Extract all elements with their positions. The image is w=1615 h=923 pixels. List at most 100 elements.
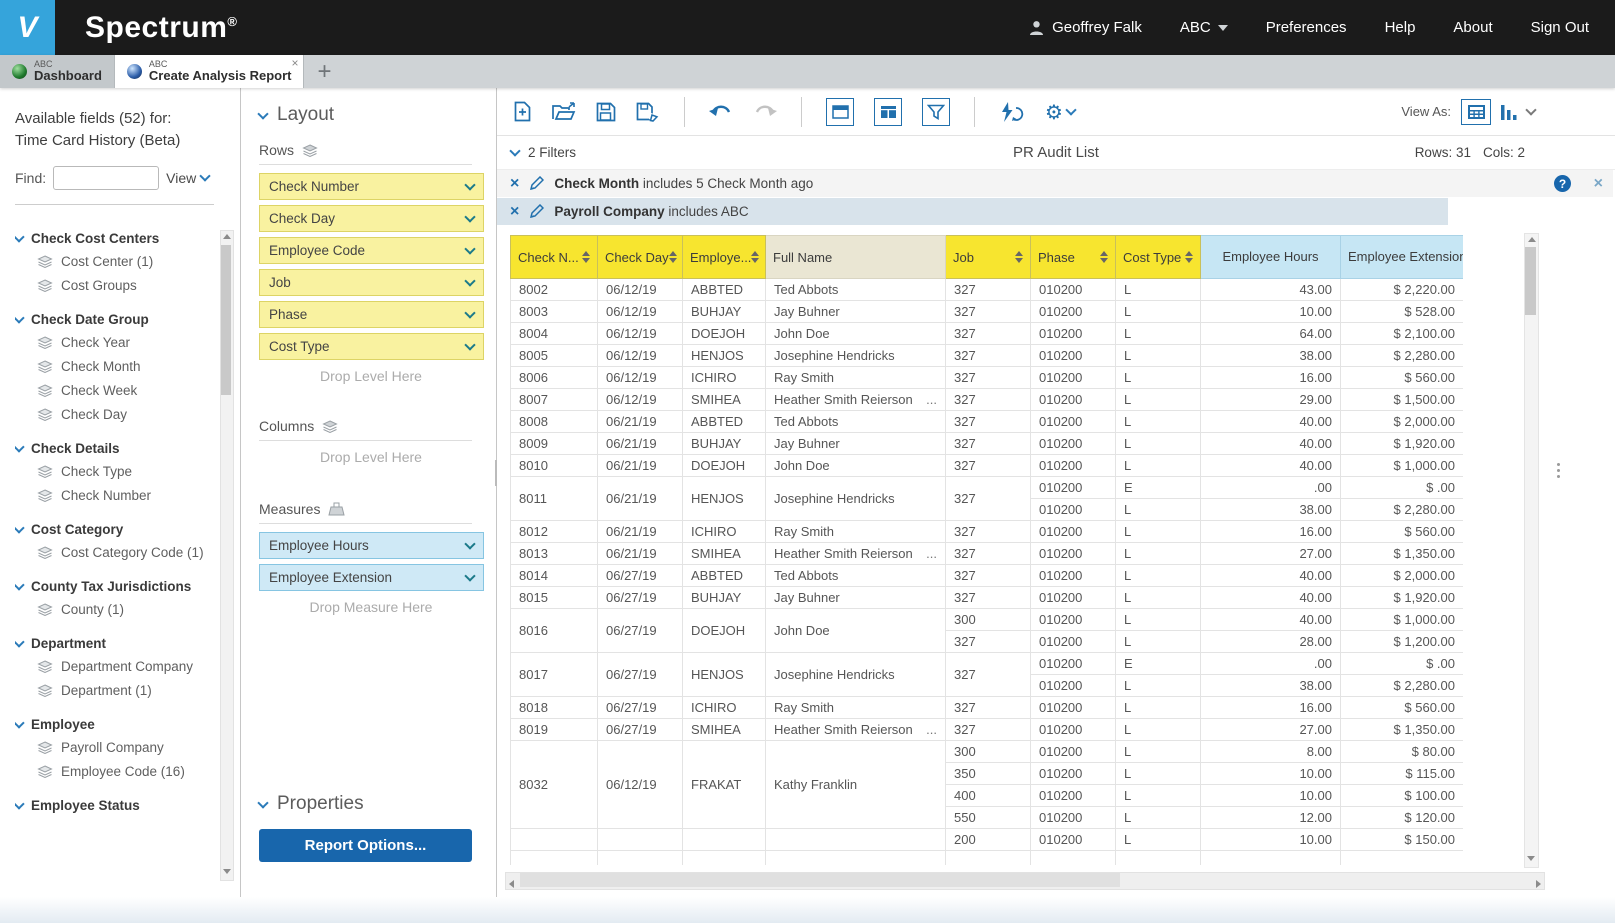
cell-check-day[interactable]: 06/27/19	[598, 565, 683, 587]
cell-cost-type[interactable]: L	[1116, 587, 1201, 609]
cell-employee-hours[interactable]: 29.00	[1201, 389, 1341, 411]
cell-phase[interactable]: 010200	[1031, 345, 1116, 367]
scroll-thumb[interactable]	[520, 873, 1120, 887]
cell-full-name[interactable]: Ray Smith	[766, 697, 946, 719]
cell-empty[interactable]	[598, 851, 683, 866]
scroll-up-icon[interactable]	[223, 234, 231, 239]
cell-check-day[interactable]: 06/27/19	[598, 587, 683, 609]
cell-empty[interactable]	[1341, 851, 1464, 866]
cell-check-number[interactable]: 8015	[511, 587, 598, 609]
cell-employee-hours[interactable]: 10.00	[1201, 829, 1341, 851]
field-item-employee-code-16[interactable]: Employee Code (16)	[15, 760, 212, 784]
cell-full-name[interactable]: Ted Abbots	[766, 565, 946, 587]
cell-employee-code[interactable]: BUHJAY	[683, 433, 766, 455]
field-item-cost-center-1[interactable]: Cost Center (1)	[15, 250, 212, 274]
cell-full-name[interactable]: Heather Smith Reierson...	[766, 543, 946, 565]
cell-employee-extension[interactable]: $ 1,350.00	[1341, 719, 1464, 741]
cell-job[interactable]: 400	[946, 785, 1031, 807]
cell-empty[interactable]	[766, 851, 946, 866]
cell-check-number[interactable]	[511, 829, 598, 851]
cell-employee-extension[interactable]: $ 120.00	[1341, 807, 1464, 829]
cell-phase[interactable]: 010200	[1031, 433, 1116, 455]
cell-check-number[interactable]: 8017	[511, 653, 598, 697]
cell-check-number[interactable]: 8018	[511, 697, 598, 719]
cell-employee-hours[interactable]: 27.00	[1201, 719, 1341, 741]
cell-check-number[interactable]: 8032	[511, 741, 598, 829]
scroll-thumb[interactable]	[1525, 247, 1536, 315]
cell-check-number[interactable]: 8012	[511, 521, 598, 543]
cell-phase[interactable]: 010200	[1031, 499, 1116, 521]
cell-empty[interactable]	[683, 851, 766, 866]
scroll-down-icon[interactable]	[223, 869, 231, 874]
cell-check-number[interactable]: 8004	[511, 323, 598, 345]
cell-check-number[interactable]: 8014	[511, 565, 598, 587]
cell-full-name[interactable]: Ted Abbots	[766, 411, 946, 433]
cell-employee-hours[interactable]: 64.00	[1201, 323, 1341, 345]
cell-employee-hours[interactable]: 12.00	[1201, 807, 1341, 829]
cell-job[interactable]: 327	[946, 433, 1031, 455]
column-header-cost-type[interactable]: Cost Type	[1116, 236, 1201, 279]
cell-empty[interactable]	[1116, 851, 1201, 866]
cell-employee-code[interactable]: SMIHEA	[683, 543, 766, 565]
cell-check-day[interactable]: 06/27/19	[598, 697, 683, 719]
view-as-dropdown-icon[interactable]	[1525, 104, 1536, 115]
cell-cost-type[interactable]: L	[1116, 389, 1201, 411]
cell-phase[interactable]: 010200	[1031, 411, 1116, 433]
cell-check-day[interactable]: 06/21/19	[598, 477, 683, 521]
cell-full-name[interactable]: Kathy Franklin	[766, 741, 946, 829]
cell-full-name[interactable]: Josephine Hendricks	[766, 653, 946, 697]
undo-icon[interactable]	[709, 103, 733, 120]
column-header-employee-hours[interactable]: Employee Hours	[1201, 236, 1341, 279]
sort-icon[interactable]	[582, 251, 590, 263]
cell-phase[interactable]: 010200	[1031, 455, 1116, 477]
cell-check-number[interactable]: 8002	[511, 279, 598, 301]
cell-check-number[interactable]: 8006	[511, 367, 598, 389]
tab-create-analysis-report[interactable]: ABC Create Analysis Report ×	[115, 55, 305, 88]
cell-check-number[interactable]: 8007	[511, 389, 598, 411]
cell-employee-extension[interactable]: $ 2,000.00	[1341, 565, 1464, 587]
cell-cost-type[interactable]: L	[1116, 499, 1201, 521]
cell-check-day[interactable]: 06/12/19	[598, 389, 683, 411]
row-level-job[interactable]: Job	[259, 269, 484, 296]
company-selector[interactable]: ABC	[1180, 19, 1228, 36]
field-item-check-month[interactable]: Check Month	[15, 355, 212, 379]
menu-help[interactable]: Help	[1385, 19, 1416, 36]
cell-employee-extension[interactable]: $ 2,100.00	[1341, 323, 1464, 345]
cell-employee-hours[interactable]: .00	[1201, 653, 1341, 675]
cell-employee-code[interactable]: HENJOS	[683, 477, 766, 521]
menu-preferences[interactable]: Preferences	[1266, 19, 1347, 36]
cell-employee-code[interactable]: ICHIRO	[683, 367, 766, 389]
cell-phase[interactable]: 010200	[1031, 719, 1116, 741]
column-header-phase[interactable]: Phase	[1031, 236, 1116, 279]
close-filter-panel-icon[interactable]: ×	[1594, 175, 1603, 193]
cell-job[interactable]: 327	[946, 389, 1031, 411]
field-group-employee[interactable]: Employee	[15, 717, 212, 732]
cell-check-number[interactable]: 8019	[511, 719, 598, 741]
field-item-payroll-company[interactable]: Payroll Company	[15, 736, 212, 760]
cell-employee-code[interactable]: ICHIRO	[683, 521, 766, 543]
cell-phase[interactable]: 010200	[1031, 477, 1116, 499]
cell-job[interactable]: 327	[946, 543, 1031, 565]
cell-job[interactable]: 300	[946, 741, 1031, 763]
panel-resize-handle[interactable]	[1557, 463, 1560, 478]
report-options-button[interactable]: Report Options...	[259, 829, 472, 862]
cell-employee-code[interactable]: DOEJOH	[683, 455, 766, 477]
cell-cost-type[interactable]: E	[1116, 477, 1201, 499]
measure-employee-hours[interactable]: Employee Hours	[259, 532, 484, 559]
cell-cost-type[interactable]: L	[1116, 279, 1201, 301]
cell-cost-type[interactable]: L	[1116, 807, 1201, 829]
cell-job[interactable]: 200	[946, 829, 1031, 851]
row-level-cost-type[interactable]: Cost Type	[259, 333, 484, 360]
cell-check-number[interactable]: 8008	[511, 411, 598, 433]
settings-gear-icon[interactable]: ⚙	[1045, 102, 1075, 122]
cell-full-name[interactable]: John Doe	[766, 323, 946, 345]
cell-employee-code[interactable]: FRAKAT	[683, 741, 766, 829]
cell-phase[interactable]: 010200	[1031, 565, 1116, 587]
cell-cost-type[interactable]: L	[1116, 455, 1201, 477]
cell-job[interactable]: 327	[946, 697, 1031, 719]
edit-filter-icon[interactable]	[529, 204, 544, 219]
user-menu[interactable]: Geoffrey Falk	[1029, 19, 1142, 36]
cell-cost-type[interactable]: L	[1116, 631, 1201, 653]
measure-employee-extension[interactable]: Employee Extension	[259, 564, 484, 591]
cell-check-day[interactable]: 06/12/19	[598, 741, 683, 829]
